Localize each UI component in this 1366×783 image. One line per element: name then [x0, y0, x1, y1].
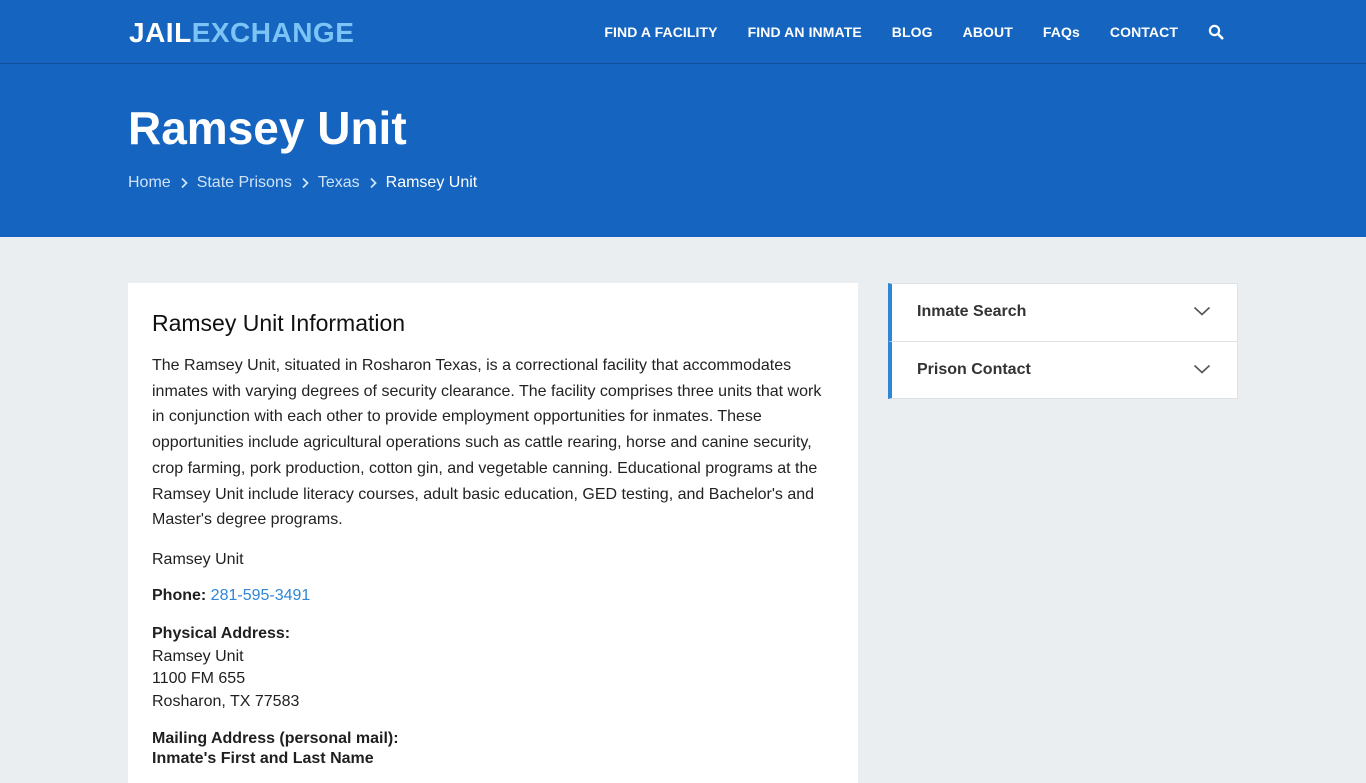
physical-address: Physical Address: Ramsey Unit 1100 FM 65… — [152, 623, 834, 713]
site-logo[interactable]: JAILEXCHANGE — [129, 16, 354, 50]
nav-blog[interactable]: BLOG — [892, 24, 933, 40]
accordion-label: Prison Contact — [917, 361, 1031, 378]
nav-find-inmate[interactable]: FIND AN INMATE — [748, 24, 862, 40]
phone-link[interactable]: 281-595-3491 — [211, 587, 311, 604]
chevron-right-icon — [370, 177, 377, 189]
main-nav: FIND A FACILITY FIND AN INMATE BLOG ABOU… — [574, 0, 1224, 64]
physical-address-label: Physical Address: — [152, 624, 291, 642]
breadcrumb-texas[interactable]: Texas — [318, 174, 360, 192]
chevron-right-icon — [302, 177, 309, 189]
phone-label: Phone: — [152, 586, 207, 604]
chevron-down-icon — [1193, 364, 1211, 374]
breadcrumb-home[interactable]: Home — [128, 174, 171, 192]
chevron-right-icon — [181, 177, 188, 189]
info-heading: Ramsey Unit Information — [152, 310, 406, 336]
address-line: Ramsey Unit — [152, 647, 244, 665]
accordion-label: Inmate Search — [917, 303, 1027, 320]
breadcrumb-state-prisons[interactable]: State Prisons — [197, 174, 292, 192]
page-hero: Ramsey Unit Home State Prisons Texas Ram… — [0, 64, 1366, 237]
breadcrumb-current: Ramsey Unit — [385, 174, 478, 191]
accordion-inmate-search[interactable]: Inmate Search — [888, 283, 1238, 341]
nav-faqs[interactable]: FAQs — [1043, 24, 1080, 40]
mailing-address-label: Mailing Address (personal mail): — [152, 730, 399, 748]
facility-info-card: Ramsey Unit Information The Ramsey Unit,… — [128, 283, 858, 783]
mailing-line: Inmate's First and Last Name — [152, 750, 374, 768]
chevron-down-icon — [1193, 306, 1211, 316]
breadcrumb: Home State Prisons Texas Ramsey Unit — [128, 174, 477, 192]
logo-jail: JAIL — [129, 17, 192, 48]
nav-find-facility[interactable]: FIND A FACILITY — [604, 24, 717, 40]
accordion-prison-contact[interactable]: Prison Contact — [888, 341, 1238, 399]
phone-line: Phone: 281-595-3491 — [152, 585, 834, 607]
mailing-address: Mailing Address (personal mail): Inmate'… — [152, 729, 834, 769]
page-title: Ramsey Unit — [128, 102, 407, 154]
nav-contact[interactable]: CONTACT — [1110, 24, 1178, 40]
logo-exchange: EXCHANGE — [191, 17, 355, 48]
nav-about[interactable]: ABOUT — [963, 24, 1013, 40]
facility-name: Ramsey Unit — [152, 550, 244, 568]
top-navbar: JAILEXCHANGE FIND A FACILITY FIND AN INM… — [0, 0, 1366, 64]
address-line: Rosharon, TX 77583 — [152, 692, 300, 710]
facility-description: The Ramsey Unit, situated in Rosharon Te… — [152, 357, 822, 529]
search-icon[interactable] — [1208, 24, 1224, 40]
address-line: 1100 FM 655 — [152, 670, 246, 688]
sidebar-accordion: Inmate Search Prison Contact — [888, 283, 1238, 399]
